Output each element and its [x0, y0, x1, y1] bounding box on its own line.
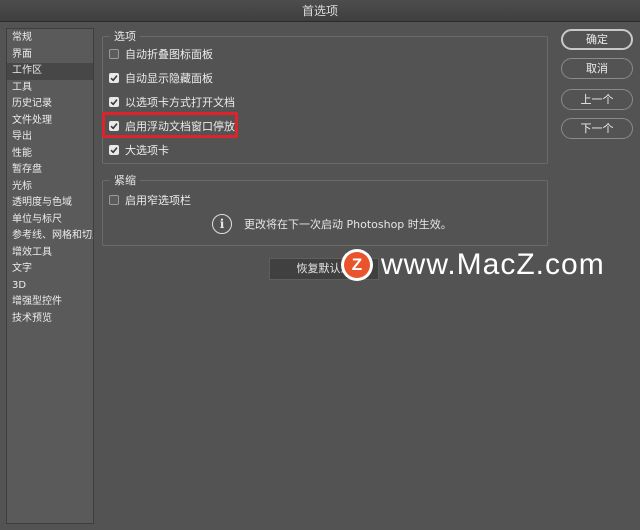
sidebar-item[interactable]: 增强型控件: [7, 294, 93, 311]
highlight-box: [102, 112, 238, 138]
next-button[interactable]: 下一个: [561, 118, 633, 139]
sidebar-item[interactable]: 3D: [7, 278, 93, 295]
checkbox-label: 以选项卡方式打开文档: [125, 96, 235, 109]
checkbox[interactable]: [109, 97, 119, 107]
checkbox[interactable]: [109, 195, 119, 205]
checkbox-label: 大选项卡: [125, 144, 169, 157]
checkmark-icon: [110, 147, 118, 154]
sidebar-item[interactable]: 暂存盘: [7, 162, 93, 179]
checkbox-option[interactable]: 以选项卡方式打开文档: [109, 94, 235, 110]
checkbox-option[interactable]: 自动折叠图标面板: [109, 46, 213, 62]
sidebar-item[interactable]: 文字: [7, 261, 93, 278]
ok-button[interactable]: 确定: [561, 29, 633, 50]
sidebar-item[interactable]: 性能: [7, 146, 93, 163]
options-group-title: 选项: [110, 28, 140, 44]
sidebar-item[interactable]: 光标: [7, 179, 93, 196]
checkmark-icon: [110, 99, 118, 106]
checkbox-option[interactable]: 大选项卡: [109, 142, 169, 158]
checkbox[interactable]: [109, 145, 119, 155]
sidebar-item[interactable]: 技术预览: [7, 311, 93, 328]
sidebar-item[interactable]: 单位与标尺: [7, 212, 93, 229]
checkbox-label: 自动折叠图标面板: [125, 48, 213, 61]
prev-button[interactable]: 上一个: [561, 89, 633, 110]
compact-group-title: 紧缩: [110, 172, 140, 188]
checkbox-label: 自动显示隐藏面板: [125, 72, 213, 85]
sidebar-item[interactable]: 导出: [7, 129, 93, 146]
sidebar-list: 常规 界面 工作区 工具 历史记录 文件处理 导出 性能 暂存盘 光标 透明度与色域 单位与标尺 参考线…: [7, 29, 93, 327]
sidebar-item[interactable]: 参考线、网格和切片: [7, 228, 93, 245]
info-text: 更改将在下一次启动 Photoshop 时生效。: [244, 218, 452, 231]
checkbox[interactable]: [109, 49, 119, 59]
checkbox-option[interactable]: 自动显示隐藏面板: [109, 70, 213, 86]
watermark: Z www.MacZ.com: [341, 248, 605, 282]
cancel-button[interactable]: 取消: [561, 58, 633, 79]
checkbox[interactable]: [109, 73, 119, 83]
checkbox-option[interactable]: 启用窄选项栏: [109, 192, 191, 208]
sidebar-item[interactable]: 文件处理: [7, 113, 93, 130]
sidebar-item[interactable]: 常规: [7, 30, 93, 47]
sidebar-item[interactable]: 透明度与色域: [7, 195, 93, 212]
info-circle-icon: i: [212, 214, 232, 234]
sidebar-item[interactable]: 历史记录: [7, 96, 93, 113]
compact-group: [102, 180, 548, 246]
checkbox-label: 启用窄选项栏: [125, 194, 191, 207]
sidebar-item[interactable]: 工具: [7, 80, 93, 97]
info-message: i 更改将在下一次启动 Photoshop 时生效。: [212, 214, 452, 234]
sidebar-item[interactable]: 工作区: [7, 63, 93, 80]
watermark-logo-letter: Z: [344, 252, 370, 278]
window-title: 首选项: [0, 0, 640, 22]
watermark-text: www.MacZ.com: [381, 248, 605, 281]
checkmark-icon: [110, 75, 118, 82]
preferences-sidebar: 常规 界面 工作区 工具 历史记录 文件处理 导出 性能 暂存盘 光标 透明度与色域 单位与标尺 参考线…: [6, 28, 94, 524]
sidebar-item[interactable]: 界面: [7, 47, 93, 64]
watermark-logo-icon: Z: [341, 249, 373, 281]
sidebar-item[interactable]: 增效工具: [7, 245, 93, 262]
